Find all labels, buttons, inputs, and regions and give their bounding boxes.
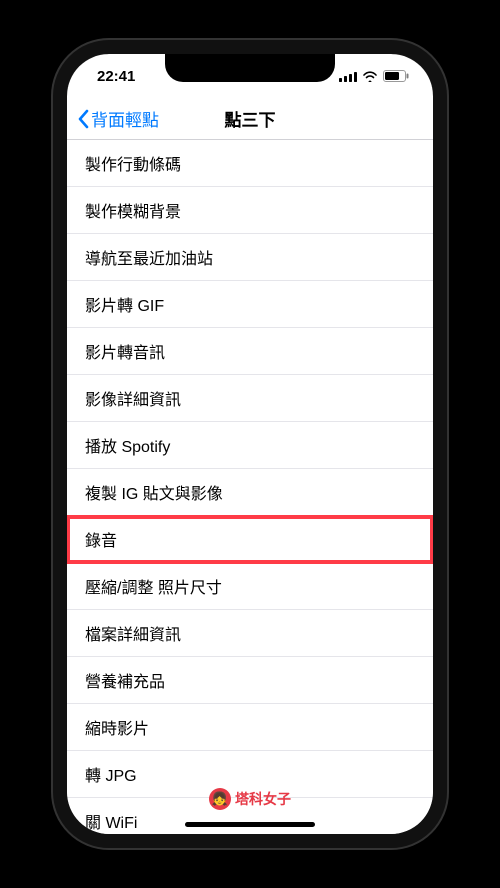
list-item-label: 關 WiFi — [85, 815, 137, 832]
back-label: 背面輕點 — [91, 106, 159, 131]
nav-header: 背面輕點 點三下 — [67, 98, 433, 140]
watermark-text: 塔科女子 — [235, 789, 291, 809]
list-item[interactable]: 檔案詳細資訊 — [67, 610, 433, 657]
list-item[interactable]: 複製 IG 貼文與影像 — [67, 469, 433, 516]
list-item[interactable]: 播放 Spotify — [67, 422, 433, 469]
list-item[interactable]: 影像詳細資訊 — [67, 375, 433, 422]
list-item-label: 製作模糊背景 — [85, 204, 181, 221]
back-button[interactable]: 背面輕點 — [67, 106, 159, 131]
list-item-label: 壓縮/調整 照片尺寸 — [85, 580, 222, 597]
list-item-label: 縮時影片 — [85, 721, 149, 738]
list-item-label: 營養補充品 — [85, 674, 165, 691]
chevron-left-icon — [77, 109, 91, 129]
signal-icon — [339, 71, 357, 82]
notch — [165, 54, 335, 82]
wifi-icon — [362, 70, 378, 82]
list-item-label: 錄音 — [85, 533, 117, 550]
phone-frame: 22:41 — [53, 40, 447, 848]
status-time: 22:41 — [97, 68, 135, 85]
list-item[interactable]: 營養補充品 — [67, 657, 433, 704]
list-item[interactable]: 製作行動條碼 — [67, 140, 433, 187]
list-item-label: 檔案詳細資訊 — [85, 627, 181, 644]
list-item[interactable]: 影片轉音訊 — [67, 328, 433, 375]
settings-list[interactable]: 製作行動條碼製作模糊背景導航至最近加油站影片轉 GIF 影片轉音訊影像詳細資訊播放… — [67, 140, 433, 834]
status-icons — [339, 70, 409, 82]
list-item[interactable]: 製作模糊背景 — [67, 187, 433, 234]
phone-screen: 22:41 — [67, 54, 433, 834]
battery-icon — [383, 70, 409, 82]
list-item-label: 影像詳細資訊 — [85, 392, 181, 409]
list-item-label: 製作行動條碼 — [85, 157, 181, 174]
list-item-label: 播放 Spotify — [85, 439, 170, 456]
list-item-label: 轉 JPG — [85, 768, 137, 785]
list-item[interactable]: 錄音 — [67, 516, 433, 563]
list-item[interactable]: 導航至最近加油站 — [67, 234, 433, 281]
list-item-label: 影片轉音訊 — [85, 345, 165, 362]
list-item-label: 導航至最近加油站 — [85, 251, 213, 268]
watermark-avatar: 👧 — [209, 788, 231, 810]
list-item-label: 複製 IG 貼文與影像 — [85, 486, 223, 503]
list-item[interactable]: 縮時影片 — [67, 704, 433, 751]
list-item[interactable]: 壓縮/調整 照片尺寸 — [67, 563, 433, 610]
list-item-label: 影片轉 GIF — [85, 298, 164, 315]
home-indicator[interactable] — [185, 822, 315, 827]
watermark: 👧 塔科女子 — [209, 788, 291, 810]
list-item[interactable]: 影片轉 GIF — [67, 281, 433, 328]
